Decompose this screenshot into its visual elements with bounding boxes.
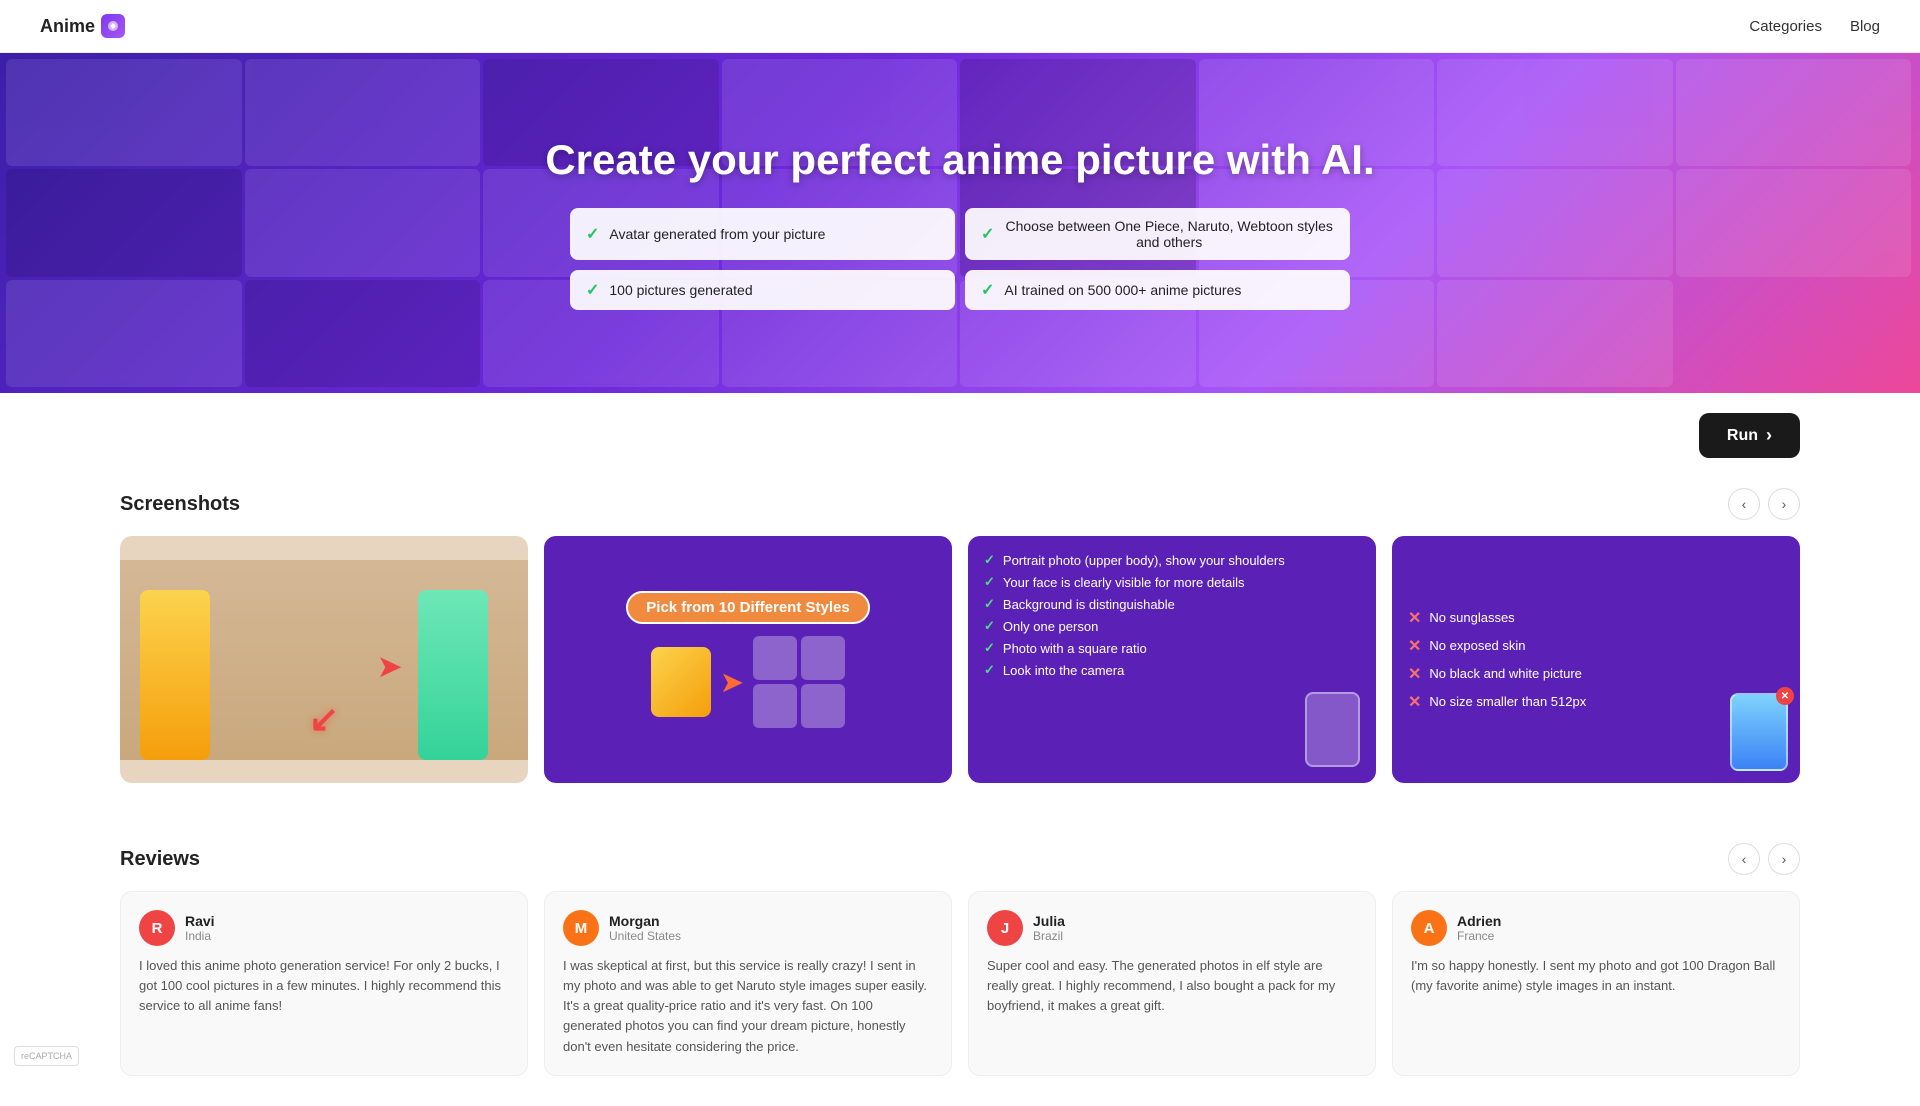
screenshots-title: Screenshots: [120, 493, 240, 516]
author-info-morgan: Morgan United States: [609, 913, 681, 943]
run-arrow-icon: ›: [1766, 425, 1772, 446]
checklist-item-4: ✓ Only one person: [984, 618, 1360, 634]
author-name-morgan: Morgan: [609, 913, 681, 929]
author-country-julia: Brazil: [1033, 929, 1065, 943]
hero-feature-3: ✓ 100 pictures generated: [570, 270, 955, 310]
review-text-morgan: I was skeptical at first, but this servi…: [563, 956, 933, 1057]
navbar: Anime Categories Blog: [0, 0, 1920, 53]
rule-thumb-x-badge: ✕: [1776, 687, 1794, 705]
checklist-item-2: ✓ Your face is clearly visible for more …: [984, 574, 1360, 590]
check-green-3: ✓: [984, 596, 995, 612]
check-green-6: ✓: [984, 662, 995, 678]
rule-item-2: ✕ No exposed skin: [1408, 636, 1784, 656]
review-text-adrien: I'm so happy honestly. I sent my photo a…: [1411, 956, 1781, 996]
nav-links: Categories Blog: [1749, 18, 1880, 35]
checklist-item-3: ✓ Background is distinguishable: [984, 596, 1360, 612]
reviews-header: Reviews ‹ ›: [120, 843, 1800, 875]
author-country-morgan: United States: [609, 929, 681, 943]
nav-categories[interactable]: Categories: [1749, 18, 1822, 35]
styles-arrow-icon: ➤: [721, 667, 743, 698]
run-button-wrap: Run ›: [0, 393, 1920, 458]
x-icon-4: ✕: [1408, 692, 1421, 712]
screenshots-nav-arrows: ‹ ›: [1728, 488, 1800, 520]
screenshot-card-rules: ✕ No sunglasses ✕ No exposed skin ✕ No b…: [1392, 536, 1800, 783]
check-icon-1: ✓: [586, 224, 599, 244]
hero-feature-text-3: 100 pictures generated: [609, 282, 752, 298]
hero-feature-2: ✓ Choose between One Piece, Naruto, Webt…: [965, 208, 1350, 260]
check-green-1: ✓: [984, 552, 995, 568]
author-info-julia: Julia Brazil: [1033, 913, 1065, 943]
hero-title: Create your perfect anime picture with A…: [545, 136, 1374, 184]
x-icon-2: ✕: [1408, 636, 1421, 656]
avatar-ravi: R: [139, 910, 175, 946]
hero-feature-4: ✓ AI trained on 500 000+ anime pictures: [965, 270, 1350, 310]
check-icon-4: ✓: [981, 280, 994, 300]
screenshots-section: Screenshots ‹ › ➤ ↙: [0, 458, 1920, 813]
review-card-morgan: M Morgan United States I was skeptical a…: [544, 891, 952, 1076]
reviews-next-arrow[interactable]: ›: [1768, 843, 1800, 875]
logo-badge: [101, 14, 125, 38]
screenshot-card-photo: ➤ ↙: [120, 536, 528, 783]
hero-feature-text-1: Avatar generated from your picture: [609, 226, 825, 242]
checklist-item-5: ✓ Photo with a square ratio: [984, 640, 1360, 656]
review-author-ravi: R Ravi India: [139, 910, 509, 946]
rule-item-4: ✕ No size smaller than 512px: [1408, 692, 1784, 712]
author-name-adrien: Adrien: [1457, 913, 1501, 929]
checklist-item-1: ✓ Portrait photo (upper body), show your…: [984, 552, 1360, 568]
review-card-ravi: R Ravi India I loved this anime photo ge…: [120, 891, 528, 1076]
rule-item-1: ✕ No sunglasses: [1408, 608, 1784, 628]
rule-thumb-container: ✕: [1730, 693, 1788, 771]
hero-features: ✓ Avatar generated from your picture ✓ C…: [570, 208, 1350, 310]
hero-section: Create your perfect anime picture with A…: [0, 53, 1920, 393]
reviews-prev-arrow[interactable]: ‹: [1728, 843, 1760, 875]
screenshots-grid: ➤ ↙ Pick from 10 Different Styles ➤: [120, 536, 1800, 783]
rule-item-3: ✕ No black and white picture: [1408, 664, 1784, 684]
reviews-nav-arrows: ‹ ›: [1728, 843, 1800, 875]
styles-label: Pick from 10 Different Styles: [626, 591, 869, 624]
logo[interactable]: Anime: [40, 14, 125, 38]
hero-content: Create your perfect anime picture with A…: [525, 106, 1394, 340]
reviews-grid: R Ravi India I loved this anime photo ge…: [120, 891, 1800, 1076]
recaptcha-badge: reCAPTCHA: [14, 1046, 79, 1066]
review-card-adrien: A Adrien France I'm so happy honestly. I…: [1392, 891, 1800, 1076]
check-green-5: ✓: [984, 640, 995, 656]
checklist-item-6: ✓ Look into the camera: [984, 662, 1360, 678]
review-card-julia: J Julia Brazil Super cool and easy. The …: [968, 891, 1376, 1076]
check-green-2: ✓: [984, 574, 995, 590]
author-name-julia: Julia: [1033, 913, 1065, 929]
check-green-4: ✓: [984, 618, 995, 634]
author-info-ravi: Ravi India: [185, 913, 215, 943]
avatar-adrien: A: [1411, 910, 1447, 946]
review-text-ravi: I loved this anime photo generation serv…: [139, 956, 509, 1016]
hero-feature-text-2: Choose between One Piece, Naruto, Webtoo…: [1004, 218, 1334, 250]
review-author-morgan: M Morgan United States: [563, 910, 933, 946]
screenshots-next-arrow[interactable]: ›: [1768, 488, 1800, 520]
review-text-julia: Super cool and easy. The generated photo…: [987, 956, 1357, 1016]
author-info-adrien: Adrien France: [1457, 913, 1501, 943]
screenshots-header: Screenshots ‹ ›: [120, 488, 1800, 520]
author-country-ravi: India: [185, 929, 215, 943]
logo-text: Anime: [40, 16, 95, 37]
run-button[interactable]: Run ›: [1699, 413, 1800, 458]
screenshot-card-checklist: ✓ Portrait photo (upper body), show your…: [968, 536, 1376, 783]
reviews-section: Reviews ‹ › R Ravi India I loved this an…: [0, 813, 1920, 1106]
avatar-julia: J: [987, 910, 1023, 946]
screenshot-card-styles: Pick from 10 Different Styles ➤: [544, 536, 952, 783]
check-icon-2: ✓: [981, 224, 994, 244]
x-icon-3: ✕: [1408, 664, 1421, 684]
run-button-label: Run: [1727, 427, 1758, 445]
avatar-morgan: M: [563, 910, 599, 946]
screenshots-prev-arrow[interactable]: ‹: [1728, 488, 1760, 520]
hero-feature-text-4: AI trained on 500 000+ anime pictures: [1004, 282, 1241, 298]
x-icon-1: ✕: [1408, 608, 1421, 628]
review-author-adrien: A Adrien France: [1411, 910, 1781, 946]
hero-feature-1: ✓ Avatar generated from your picture: [570, 208, 955, 260]
review-author-julia: J Julia Brazil: [987, 910, 1357, 946]
author-name-ravi: Ravi: [185, 913, 215, 929]
nav-blog[interactable]: Blog: [1850, 18, 1880, 35]
author-country-adrien: France: [1457, 929, 1501, 943]
reviews-title: Reviews: [120, 848, 200, 871]
check-icon-3: ✓: [586, 280, 599, 300]
